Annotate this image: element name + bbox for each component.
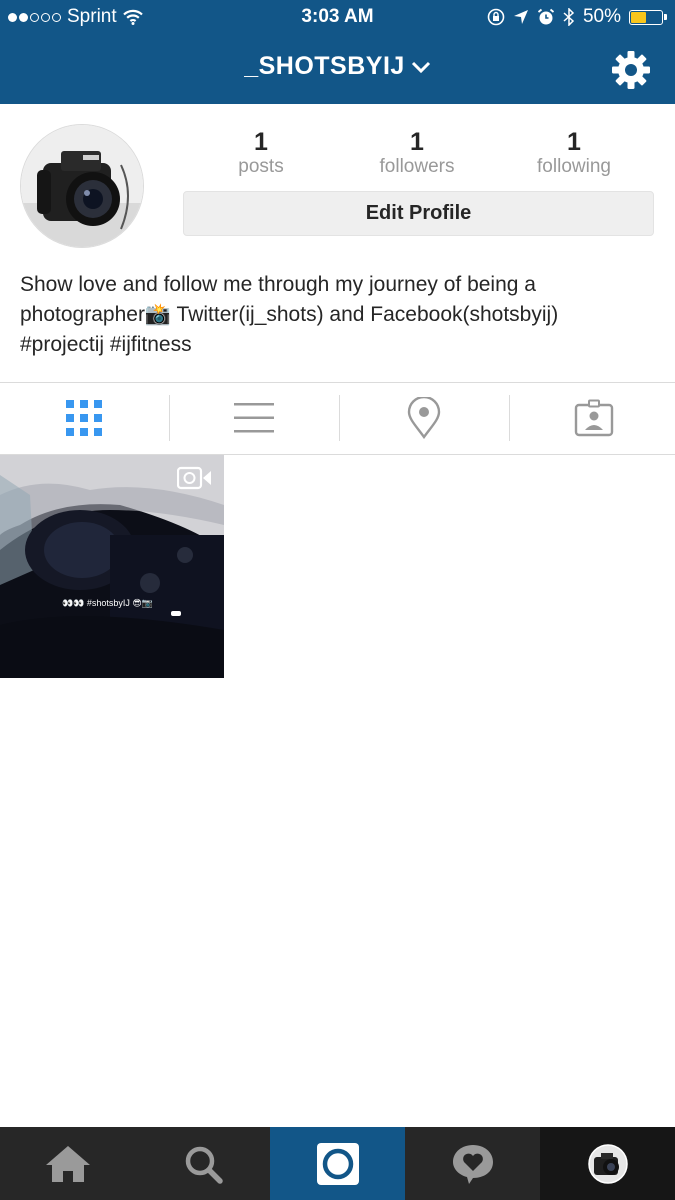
- location-arrow-icon: [513, 10, 528, 24]
- status-bar: Sprint 3:03 AM 50%: [0, 0, 675, 34]
- posts-count[interactable]: 1 posts: [181, 128, 341, 178]
- tab-grid[interactable]: [0, 383, 168, 453]
- search-icon: [185, 1146, 223, 1184]
- nav-profile[interactable]: [540, 1127, 675, 1200]
- username-title: _SHOTSBYIJ: [244, 52, 405, 80]
- location-pin-icon: [407, 397, 441, 439]
- rotation-lock-icon: [487, 8, 505, 26]
- tab-tagged[interactable]: [510, 383, 675, 453]
- grid-icon: [66, 400, 102, 436]
- profile-avatar[interactable]: [20, 124, 144, 248]
- nav-search[interactable]: [135, 1127, 270, 1200]
- nav-home[interactable]: [0, 1127, 135, 1200]
- camera-photo-image: [21, 125, 143, 247]
- following-count[interactable]: 1 following: [494, 128, 654, 178]
- settings-gear-icon[interactable]: [611, 50, 651, 90]
- battery-percent: 50%: [582, 6, 621, 27]
- top-bar: Sprint 3:03 AM 50% _SHOTSBYIJ: [0, 0, 675, 104]
- tab-map[interactable]: [340, 383, 508, 453]
- bluetooth-icon: [563, 8, 575, 26]
- profile-avatar-icon: [587, 1143, 628, 1184]
- alarm-icon: [537, 8, 555, 25]
- camera-icon: [316, 1142, 359, 1185]
- home-icon: [45, 1145, 90, 1182]
- nav-activity[interactable]: [405, 1127, 540, 1200]
- list-icon: [234, 403, 274, 433]
- profile-view-tabs: [0, 383, 675, 453]
- tagged-photos-icon: [574, 399, 614, 437]
- profile-bio: Show love and follow me through my journ…: [20, 273, 559, 356]
- video-camera-icon: [177, 466, 211, 490]
- bottom-navigation: [0, 1127, 675, 1200]
- followers-count[interactable]: 1 followers: [337, 128, 497, 178]
- username-dropdown[interactable]: _SHOTSBYIJ: [0, 52, 675, 81]
- post-thumbnail[interactable]: 👀👀 #shotsbyIJ 😎📷: [0, 455, 224, 678]
- post-caption-overlay: 👀👀 #shotsbyIJ 😎📷: [62, 598, 154, 608]
- tab-list[interactable]: [170, 383, 338, 453]
- nav-camera[interactable]: [270, 1127, 405, 1200]
- chevron-down-icon: [411, 62, 430, 74]
- activity-heart-icon: [452, 1144, 493, 1184]
- edit-profile-button[interactable]: Edit Profile: [183, 191, 654, 236]
- battery-icon: [629, 9, 667, 25]
